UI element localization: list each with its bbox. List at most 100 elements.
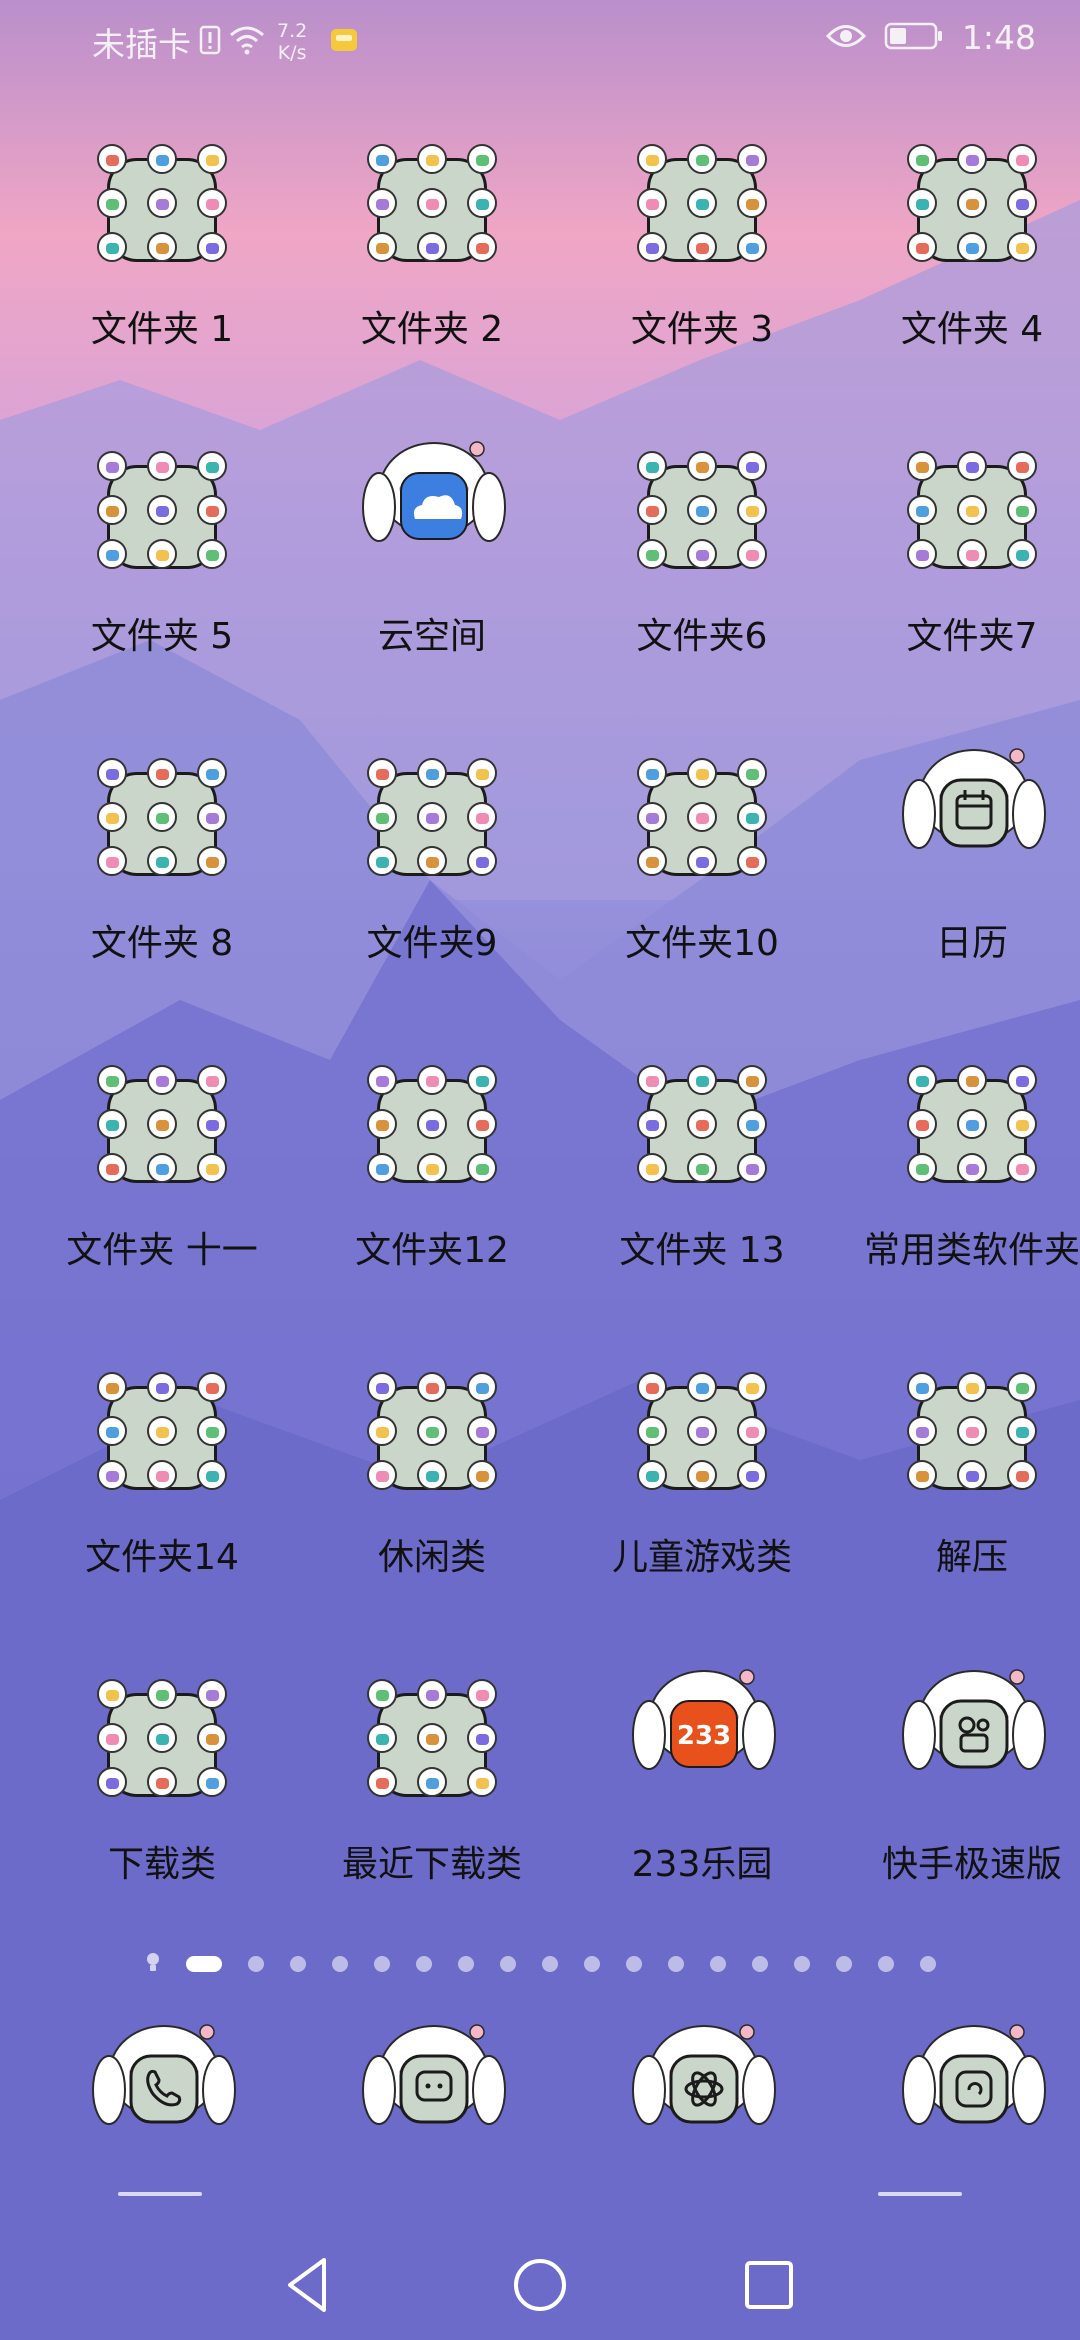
app-label: 文件夹 13 <box>619 1230 785 1271</box>
negative-screen-icon[interactable] <box>146 1952 160 1974</box>
app-label: 最近下载类 <box>341 1844 522 1885</box>
page-dot[interactable] <box>836 1956 852 1972</box>
sim-alert-icon <box>199 25 221 59</box>
app-badge-text: 233 <box>676 1721 732 1751</box>
page-dot[interactable] <box>584 1956 600 1972</box>
folder-icon <box>907 451 1037 569</box>
app-label: 日历 <box>935 923 1008 964</box>
app-label: 下载类 <box>107 1844 216 1885</box>
app-icon-cell[interactable]: 文件夹 13 <box>567 1041 837 1341</box>
eye-comfort-icon <box>825 23 866 53</box>
page-dot[interactable] <box>668 1956 684 1972</box>
folder-icon <box>367 1065 497 1183</box>
app-icon-cell[interactable]: 233 233乐园 <box>567 1655 837 1955</box>
folder-icon <box>637 1372 767 1490</box>
app-icon-cell[interactable]: 解压 <box>837 1348 1080 1648</box>
dock <box>0 2010 1080 2210</box>
network-speed-unit: K/s <box>277 42 307 64</box>
app-icon-cell[interactable]: 文件夹 3 <box>567 120 837 420</box>
message-icon <box>359 2010 509 2160</box>
dock-app[interactable] <box>567 2010 837 2210</box>
folder-icon <box>907 1372 1037 1490</box>
app-icon-cell[interactable]: 文件夹 5 <box>27 427 297 727</box>
home-button[interactable] <box>505 2250 575 2320</box>
dock-app[interactable] <box>297 2010 567 2210</box>
app-icon-cell[interactable]: 文件夹 4 <box>837 120 1080 420</box>
navigation-bar <box>0 2230 1080 2340</box>
page-dot[interactable] <box>794 1956 810 1972</box>
carrier-text: 未插卡 <box>92 25 191 64</box>
app-icon-cell[interactable]: 文件夹12 <box>297 1041 567 1341</box>
app-icon-cell[interactable]: 文件夹10 <box>567 734 837 1034</box>
app-label: 云空间 <box>377 616 486 657</box>
browser-icon <box>629 2010 779 2160</box>
folder-icon <box>367 1372 497 1490</box>
dock-divider-left <box>118 2192 202 2196</box>
app-icon-cell[interactable]: 儿童游戏类 <box>567 1348 837 1648</box>
folder-icon <box>907 1065 1037 1183</box>
page-dot[interactable] <box>542 1956 558 1972</box>
dock-divider-right <box>878 2192 962 2196</box>
app-icon-cell[interactable]: 云空间 <box>297 427 567 727</box>
clock: 1:48 <box>961 18 1036 57</box>
page-dot[interactable] <box>710 1956 726 1972</box>
page-dot[interactable] <box>374 1956 390 1972</box>
notification-app-icon <box>329 25 359 59</box>
page-dot[interactable] <box>878 1956 894 1972</box>
page-dot[interactable] <box>186 1956 222 1972</box>
page-dot[interactable] <box>752 1956 768 1972</box>
page-dot[interactable] <box>458 1956 474 1972</box>
folder-icon <box>367 1679 497 1797</box>
dock-app[interactable] <box>837 2010 1080 2210</box>
network-speed: 7.2 K/s <box>277 20 307 64</box>
battery-icon <box>884 21 944 55</box>
app-icon-cell[interactable]: 日历 <box>837 734 1080 1034</box>
page-dot[interactable] <box>290 1956 306 1972</box>
app-icon-cell[interactable]: 休闲类 <box>297 1348 567 1648</box>
app-icon-cell[interactable]: 最近下载类 <box>297 1655 567 1955</box>
calendar-icon <box>899 734 1049 884</box>
app-icon-cell[interactable]: 常用类软件夹 <box>837 1041 1080 1341</box>
folder-icon <box>97 1065 227 1183</box>
app-label: 文件夹 3 <box>630 309 774 350</box>
app-label: 文件夹 1 <box>90 309 234 350</box>
app-icon-cell[interactable]: 文件夹6 <box>567 427 837 727</box>
page-dot[interactable] <box>626 1956 642 1972</box>
folder-icon <box>97 1679 227 1797</box>
network-speed-value: 7.2 <box>277 20 308 42</box>
folder-icon <box>637 758 767 876</box>
app-icon-cell[interactable]: 快手极速版 <box>837 1655 1080 1955</box>
folder-icon <box>97 758 227 876</box>
page-indicator[interactable] <box>0 1948 1080 1978</box>
app-label: 文件夹12 <box>355 1230 509 1271</box>
app-label: 快手极速版 <box>881 1844 1062 1885</box>
app-label: 解压 <box>935 1537 1008 1578</box>
app-icon-cell[interactable]: 下载类 <box>27 1655 297 1955</box>
app-icon-cell[interactable]: 文件夹 2 <box>297 120 567 420</box>
app-icon-cell[interactable]: 文件夹9 <box>297 734 567 1034</box>
page-dot[interactable] <box>332 1956 348 1972</box>
status-bar: 未插卡 7.2 K/s 1:48 <box>0 0 1080 90</box>
folder-icon <box>637 451 767 569</box>
page-dot[interactable] <box>500 1956 516 1972</box>
app-icon-cell[interactable]: 文件夹14 <box>27 1348 297 1648</box>
dock-app[interactable] <box>27 2010 297 2210</box>
kuaishou-icon <box>899 1655 1049 1805</box>
back-button[interactable] <box>274 2250 344 2320</box>
page-dot[interactable] <box>920 1956 936 1972</box>
folder-icon <box>637 1065 767 1183</box>
folder-icon <box>637 144 767 262</box>
recents-button[interactable] <box>734 2250 804 2320</box>
phone-icon <box>89 2010 239 2160</box>
app-icon-cell[interactable]: 文件夹 8 <box>27 734 297 1034</box>
app-icon-cell[interactable]: 文件夹 1 <box>27 120 297 420</box>
page-dot[interactable] <box>416 1956 432 1972</box>
app-label: 文件夹 十一 <box>66 1230 258 1271</box>
app-icon-cell[interactable]: 文件夹 十一 <box>27 1041 297 1341</box>
folder-icon <box>907 144 1037 262</box>
folder-icon <box>97 1372 227 1490</box>
app-icon-cell[interactable]: 文件夹7 <box>837 427 1080 727</box>
folder-icon <box>367 144 497 262</box>
page-dot[interactable] <box>248 1956 264 1972</box>
app-label: 文件夹 4 <box>900 309 1044 350</box>
